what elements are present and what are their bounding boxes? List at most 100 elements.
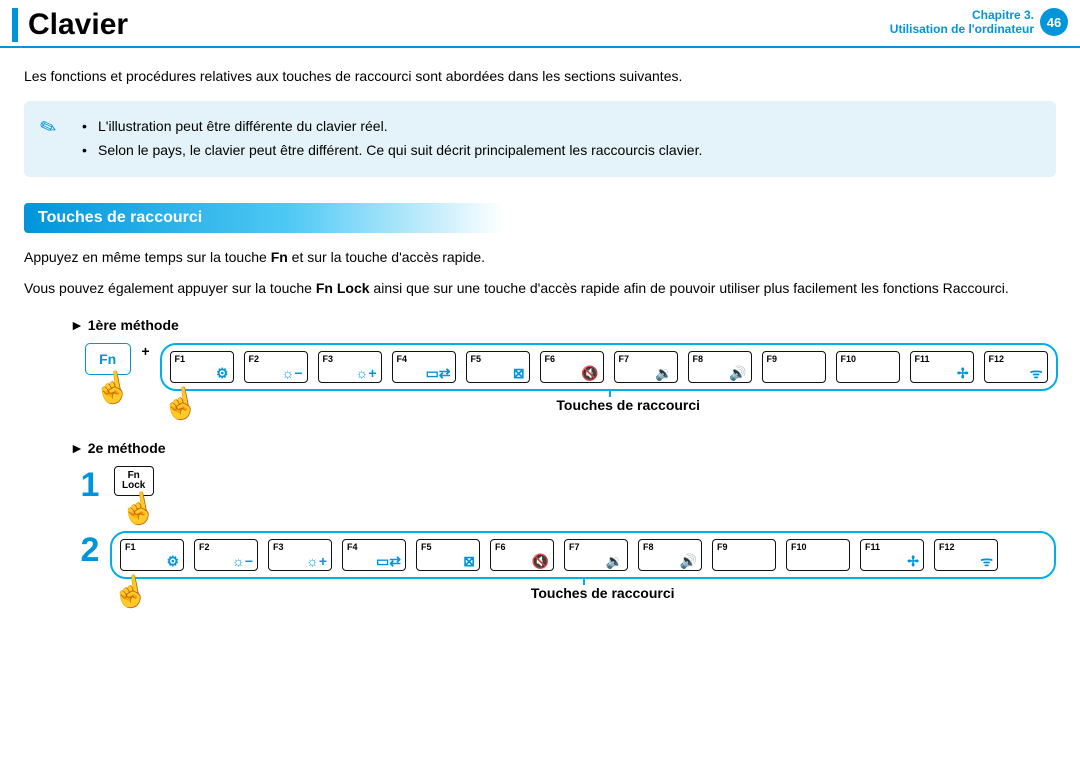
- paragraph: Vous pouvez également appuyer sur la tou…: [24, 278, 1056, 299]
- hand-pointer-icon: ☝: [117, 489, 160, 530]
- header-meta: Chapitre 3. Utilisation de l'ordinateur: [890, 8, 1034, 36]
- row-caption: Touches de raccourci: [149, 585, 1056, 610]
- fkey-icon: 🔊: [680, 554, 697, 568]
- fkey-icon: ☼+: [356, 366, 377, 380]
- fkey-label: F10: [841, 354, 857, 364]
- text: Appuyez en même temps sur la touche: [24, 249, 271, 265]
- method1-row: Fn ☝ + F1⚙F2☼−F3☼+F4▭⇄F5⊠F6🔇F7🔉F8🔊F9F10F…: [84, 343, 1056, 422]
- fkey-label: F5: [421, 542, 432, 552]
- fkey-f2: F2 ☼−: [194, 539, 258, 571]
- fkey-row: F1⚙ F2 ☼− F3 ☼+ F4▭⇄ F5 ⊠ F6 🔇 F7 🔉 F8 🔊 F9 F10 F11 ✢ F12 ᯤ: [160, 343, 1058, 391]
- fkey-label: F7: [619, 354, 630, 364]
- fkey-label: F10: [791, 542, 807, 552]
- fkey-icon: ⚙: [166, 554, 179, 568]
- step-1: 1 Fn Lock ☝: [70, 466, 1056, 527]
- section-heading: Touches de raccourci: [24, 203, 504, 233]
- fkey-f11: F11 ✢: [910, 351, 974, 383]
- fkey-label: F1: [175, 354, 186, 364]
- fkey-icon: ✢: [907, 554, 919, 568]
- fkey-icon: 🔉: [606, 554, 623, 568]
- method1-area: Fn ☝ + F1⚙F2☼−F3☼+F4▭⇄F5⊠F6🔇F7🔉F8🔊F9F10F…: [84, 343, 1056, 422]
- fkey-label: F6: [495, 542, 506, 552]
- fkey-label: F11: [865, 542, 880, 552]
- fkey-label: F12: [939, 542, 955, 552]
- fkey-f6: F6 🔇: [490, 539, 554, 571]
- fkeys-group: F1⚙ F2 ☼− F3 ☼+ F4▭⇄ F5 ⊠ F6 🔇 F7 🔉 F8 🔊 F9 F10 F11 ✢ F12 ᯤ…: [160, 343, 1058, 422]
- note-icon: ✎: [36, 113, 60, 142]
- connector-tick: [583, 577, 585, 585]
- step-number: 2: [70, 531, 110, 570]
- fnlock-group: Fn Lock ☝: [110, 466, 157, 527]
- fkey-icon: 🔇: [532, 554, 549, 568]
- step-2: 2 F1⚙F2☼−F3☼+F4▭⇄F5⊠F6🔇F7🔉F8🔊F9F10F11✢F1…: [70, 531, 1056, 610]
- fkey-label: F3: [323, 354, 334, 364]
- fkey-icon: ᯤ: [980, 554, 993, 568]
- fkey-label: F2: [199, 542, 210, 552]
- fkey-label: F3: [273, 542, 284, 552]
- fkey-icon: ☼+: [306, 554, 327, 568]
- fkey-icon: ᯤ: [1030, 366, 1043, 380]
- fkey-label: F12: [989, 354, 1005, 364]
- fkey-f5: F5 ⊠: [466, 351, 530, 383]
- fkey-f7: F7 🔉: [564, 539, 628, 571]
- fn-key-group: Fn ☝: [84, 343, 131, 406]
- bold-text: Fn: [271, 249, 288, 265]
- fkey-f9: F9: [762, 351, 826, 383]
- fkey-label: F1: [125, 542, 136, 552]
- fkey-f7: F7 🔉: [614, 351, 678, 383]
- text: Vous pouvez également appuyer sur la tou…: [24, 280, 316, 296]
- fkey-label: F7: [569, 542, 580, 552]
- fkey-f10: F10: [786, 539, 850, 571]
- fkey-f3: F3 ☼+: [268, 539, 332, 571]
- fkey-icon: ☼−: [282, 366, 303, 380]
- connector-tick: [609, 389, 611, 397]
- fkey-icon: ✢: [957, 366, 969, 380]
- fkey-icon: 🔊: [729, 366, 746, 380]
- text: ainsi que sur une touche d'accès rapide …: [370, 280, 1009, 296]
- fkey-label: F9: [717, 542, 728, 552]
- fkey-label: F8: [693, 354, 704, 364]
- fkey-f12: F12 ᯤ: [934, 539, 998, 571]
- paragraph: Appuyez en même temps sur la touche Fn e…: [24, 247, 1056, 268]
- fkey-label: F9: [767, 354, 778, 364]
- note-item: L'illustration peut être différente du c…: [82, 115, 1036, 139]
- hand-pointer-icon: ☝: [159, 384, 202, 425]
- hand-pointer-icon: ☝: [109, 572, 152, 613]
- fkey-label: F5: [471, 354, 482, 364]
- fkey-f2: F2 ☼−: [244, 351, 308, 383]
- hand-pointer-icon: ☝: [91, 368, 134, 409]
- fkeys-group-2: F1 ⚙ F2 ☼− F3 ☼+ F4▭⇄ F5 ⊠ F6 🔇 F7 🔉 F8 🔊 F9 F10 F11 ✢ F12 ᯤ…: [110, 531, 1056, 610]
- fkey-f3: F3 ☼+: [318, 351, 382, 383]
- fkey-icon: 🔉: [655, 366, 672, 380]
- page-title: Clavier: [28, 8, 890, 42]
- chapter-subtitle: Utilisation de l'ordinateur: [890, 22, 1034, 36]
- content-area: Les fonctions et procédures relatives au…: [0, 48, 1080, 632]
- fkey-f1: F1⚙: [170, 351, 234, 383]
- fkey-f8: F8 🔊: [688, 351, 752, 383]
- bold-text: Fn Lock: [316, 280, 370, 296]
- fkey-label: F8: [643, 542, 654, 552]
- header-left: Clavier: [12, 8, 890, 42]
- fkey-f4: F4▭⇄: [342, 539, 406, 571]
- fkey-label: F4: [347, 542, 358, 552]
- fkey-f4: F4▭⇄: [392, 351, 456, 383]
- fkey-f5: F5 ⊠: [416, 539, 480, 571]
- fkey-label: F4: [397, 354, 408, 364]
- chapter-label: Chapitre 3.: [890, 8, 1034, 22]
- fkey-label: F6: [545, 354, 556, 364]
- row-caption: Touches de raccourci: [199, 397, 1058, 422]
- fkey-icon: ⊠: [513, 366, 525, 380]
- fkey-icon: ☼−: [232, 554, 253, 568]
- note-list: L'illustration peut être différente du c…: [82, 115, 1036, 163]
- page-header: Clavier Chapitre 3. Utilisation de l'ord…: [0, 0, 1080, 48]
- fkey-label: F11: [915, 354, 930, 364]
- fkey-label: F2: [249, 354, 260, 364]
- fkey-icon: 🔇: [581, 366, 598, 380]
- fkey-icon: ⊠: [463, 554, 475, 568]
- fkey-f10: F10: [836, 351, 900, 383]
- fkey-f12: F12 ᯤ: [984, 351, 1048, 383]
- fkey-f6: F6 🔇: [540, 351, 604, 383]
- method2-label: ► 2e méthode: [70, 440, 1056, 456]
- intro-text: Les fonctions et procédures relatives au…: [24, 66, 1056, 87]
- fkey-row: F1 ⚙ F2 ☼− F3 ☼+ F4▭⇄ F5 ⊠ F6 🔇 F7 🔉 F8 🔊 F9 F10 F11 ✢ F12 ᯤ: [110, 531, 1056, 579]
